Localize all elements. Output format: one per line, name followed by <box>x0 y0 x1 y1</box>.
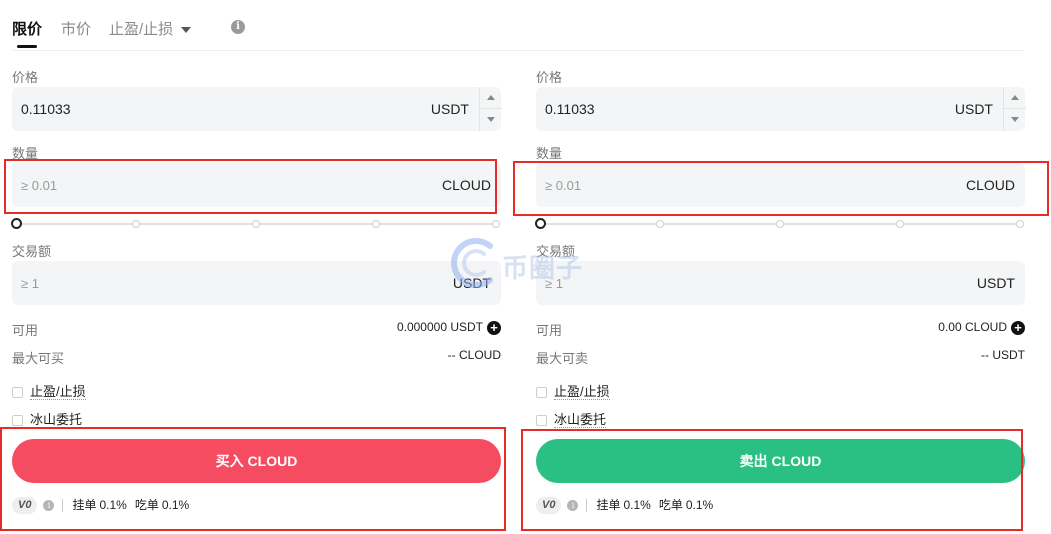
slider-tick-100[interactable] <box>1016 220 1024 228</box>
decrement-icon[interactable] <box>1004 109 1026 131</box>
quantity-label: 数量 <box>536 146 563 161</box>
amount-placeholder: ≥ 1 <box>545 276 563 291</box>
slider-tick-75[interactable] <box>896 220 904 228</box>
slider-tick-50[interactable] <box>252 220 260 228</box>
available-value: 0.00 CLOUD <box>938 320 1007 334</box>
available-value-wrap: 0.00 CLOUD + <box>938 320 1025 335</box>
iceberg-checkbox[interactable]: 冰山委托 <box>12 409 83 428</box>
tpsl-checkbox[interactable]: 止盈/止损 <box>12 381 86 400</box>
slider-tick-25[interactable] <box>132 220 140 228</box>
sell-price-input[interactable]: 0.11033 USDT <box>536 87 1026 131</box>
maker-fee: 0.1% <box>623 498 651 512</box>
fee-info: V0 i 挂单 0.1% 吃单 0.1% <box>12 496 197 515</box>
max-buy-value: -- CLOUD <box>447 348 501 362</box>
price-stepper <box>479 87 502 131</box>
tab-tpsl[interactable]: 止盈/止损 <box>109 18 192 39</box>
buy-percent-slider[interactable] <box>11 217 501 231</box>
maker-fee: 0.1% <box>99 498 127 512</box>
quantity-label: 数量 <box>12 146 39 161</box>
amount-label: 交易额 <box>12 244 52 259</box>
checkbox-icon <box>12 387 23 399</box>
tpsl-checkbox-label: 止盈/止损 <box>30 384 86 400</box>
price-label: 价格 <box>536 70 563 85</box>
max-buy-label: 最大可买 <box>12 351 65 366</box>
amount-label: 交易额 <box>536 244 576 259</box>
buy-quantity-input[interactable]: ≥ 0.01 CLOUD <box>12 163 501 207</box>
max-sell-value: -- USDT <box>981 348 1025 362</box>
quantity-placeholder: ≥ 0.01 <box>21 178 58 193</box>
chevron-down-icon <box>181 27 192 34</box>
increment-icon[interactable] <box>1004 87 1026 109</box>
slider-tick-100[interactable] <box>492 220 500 228</box>
price-label: 价格 <box>12 70 39 85</box>
checkbox-icon <box>536 415 547 427</box>
checkbox-icon <box>12 415 23 427</box>
tab-market[interactable]: 市价 <box>61 18 91 39</box>
price-unit: USDT <box>430 101 469 117</box>
active-tab-underline <box>17 45 37 48</box>
price-stepper <box>1003 87 1026 131</box>
amount-placeholder: ≥ 1 <box>21 276 39 291</box>
taker-fee: 0.1% <box>161 498 190 512</box>
price-value: 0.11033 <box>21 101 71 117</box>
buy-price-input[interactable]: 0.11033 USDT <box>12 87 502 131</box>
divider <box>62 499 64 513</box>
tpsl-checkbox-label: 止盈/止损 <box>554 384 610 400</box>
quantity-placeholder: ≥ 0.01 <box>545 178 582 193</box>
buy-button[interactable]: 买入 CLOUD <box>12 439 501 483</box>
vip-badge: V0 <box>536 497 562 515</box>
sell-quantity-input[interactable]: ≥ 0.01 CLOUD <box>536 163 1025 207</box>
taker-label: 吃单 <box>134 498 159 512</box>
available-label: 可用 <box>536 323 563 338</box>
iceberg-checkbox-label: 冰山委托 <box>554 412 607 428</box>
maker-label: 挂单 <box>596 498 621 512</box>
sell-amount-input[interactable]: ≥ 1 USDT <box>536 261 1025 305</box>
slider-handle[interactable] <box>11 218 22 229</box>
decrement-icon[interactable] <box>480 109 502 131</box>
available-label: 可用 <box>12 323 39 338</box>
iceberg-checkbox[interactable]: 冰山委托 <box>536 409 607 428</box>
tab-tpsl-label: 止盈/止损 <box>109 21 174 38</box>
info-icon[interactable]: i <box>567 500 579 512</box>
slider-tick-50[interactable] <box>776 220 784 228</box>
quantity-unit: CLOUD <box>441 177 491 193</box>
sell-percent-slider[interactable] <box>535 217 1025 231</box>
price-unit: USDT <box>954 101 993 117</box>
maker-label: 挂单 <box>72 498 97 512</box>
slider-tick-75[interactable] <box>372 220 380 228</box>
available-value: 0.000000 USDT <box>396 320 483 334</box>
vip-badge: V0 <box>12 497 38 515</box>
info-icon[interactable]: i <box>43 500 55 512</box>
amount-unit: USDT <box>452 275 491 291</box>
buy-panel: 价格 0.11033 USDT 数量 ≥ 0.01 CLOUD 交易额 ≥ 1 … <box>11 60 502 530</box>
add-funds-icon[interactable]: + <box>1011 320 1025 335</box>
checkbox-icon <box>536 387 547 399</box>
slider-tick-25[interactable] <box>656 220 664 228</box>
taker-label: 吃单 <box>658 498 683 512</box>
increment-icon[interactable] <box>480 87 502 109</box>
iceberg-checkbox-label: 冰山委托 <box>30 412 83 428</box>
buy-amount-input[interactable]: ≥ 1 USDT <box>12 261 501 305</box>
quantity-unit: CLOUD <box>965 177 1015 193</box>
order-type-tabs: 限价 市价 止盈/止损 i <box>12 0 1024 51</box>
slider-handle[interactable] <box>535 218 546 229</box>
sell-panel: 价格 0.11033 USDT 数量 ≥ 0.01 CLOUD 交易额 ≥ 1 … <box>535 60 1026 530</box>
add-funds-icon[interactable]: + <box>487 320 501 335</box>
sell-button[interactable]: 卖出 CLOUD <box>536 439 1025 483</box>
amount-unit: USDT <box>976 275 1015 291</box>
tpsl-checkbox[interactable]: 止盈/止损 <box>536 381 610 400</box>
taker-fee: 0.1% <box>685 498 714 512</box>
max-sell-label: 最大可卖 <box>536 351 589 366</box>
available-value-wrap: 0.000000 USDT + <box>397 320 501 335</box>
fee-info: V0 i 挂单 0.1% 吃单 0.1% <box>536 496 721 515</box>
tab-limit[interactable]: 限价 <box>12 18 42 39</box>
divider <box>586 499 588 513</box>
info-icon[interactable]: i <box>231 20 245 34</box>
price-value: 0.11033 <box>545 101 595 117</box>
